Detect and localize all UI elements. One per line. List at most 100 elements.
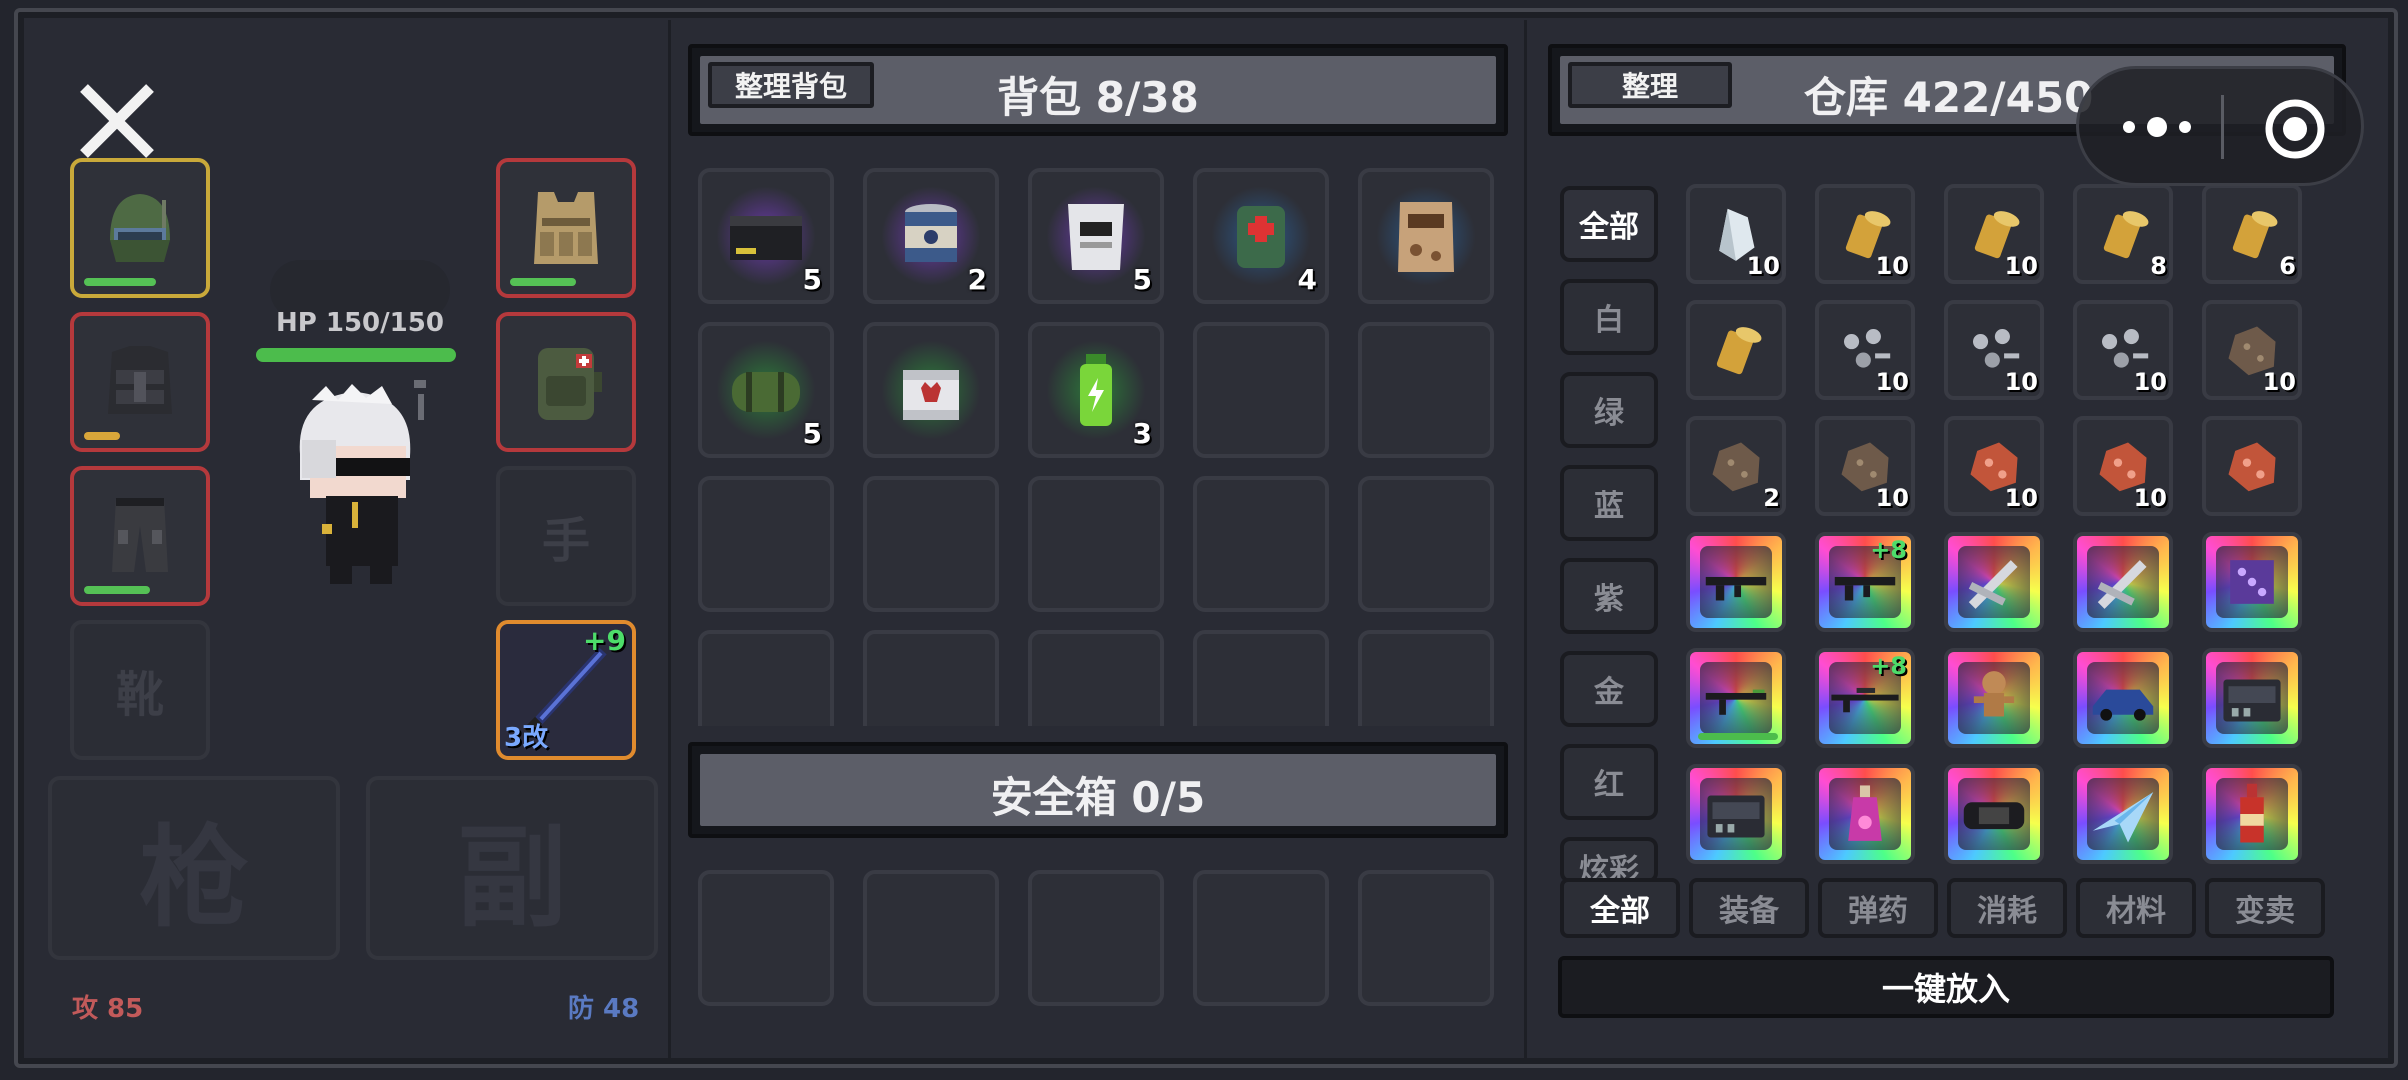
vest-slot[interactable]	[70, 312, 210, 452]
gun-slot[interactable]: 枪	[48, 776, 340, 960]
backpack-slot[interactable]: 2	[863, 168, 999, 304]
helmet-slot[interactable]	[70, 158, 210, 298]
warehouse-item[interactable]: 8	[2073, 184, 2173, 284]
safebox-slot[interactable]	[1358, 870, 1494, 1006]
item-quantity: 10	[2133, 484, 2167, 512]
more-button[interactable]	[2115, 97, 2205, 157]
backpack-slot[interactable]	[863, 630, 999, 726]
warehouse-item[interactable]: 10	[2202, 300, 2302, 400]
backpack-slot[interactable]	[1028, 476, 1164, 612]
assault-rifle-icon	[1705, 576, 1767, 601]
warehouse-item[interactable]	[1686, 300, 1786, 400]
warehouse-item[interactable]	[2202, 764, 2302, 864]
paper-plane-icon	[2092, 792, 2154, 843]
backpack-slot[interactable]	[698, 630, 834, 726]
warehouse-item[interactable]	[2202, 648, 2302, 748]
warehouse-item[interactable]: 10	[1815, 300, 1915, 400]
backpack-slot[interactable]: 4	[1193, 168, 1329, 304]
backpack-slot[interactable]	[1358, 168, 1494, 304]
warehouse-item[interactable]	[1686, 532, 1786, 632]
backpack-slot[interactable]	[1358, 476, 1494, 612]
boots-slot-label: 靴	[115, 667, 164, 723]
close-icon	[80, 84, 154, 158]
rarity-filter-1[interactable]: 白	[1560, 279, 1658, 355]
warehouse-item[interactable]	[2073, 764, 2173, 864]
sleeping-roll-icon	[732, 372, 800, 412]
pants-slot[interactable]	[70, 466, 210, 606]
tab-0[interactable]: 全部	[1560, 878, 1680, 938]
warehouse-item[interactable]: 2	[1686, 416, 1786, 516]
backpack-slot[interactable]	[863, 322, 999, 458]
tab-1[interactable]: 装备	[1689, 878, 1809, 938]
backpack-slot[interactable]	[1028, 630, 1164, 726]
warehouse-item[interactable]: 6	[2202, 184, 2302, 284]
backpack-slot[interactable]	[1193, 630, 1329, 726]
safebox-slot[interactable]	[698, 870, 834, 1006]
rarity-filter-6[interactable]: 红	[1560, 744, 1658, 820]
warehouse-item[interactable]: 10	[1944, 416, 2044, 516]
item-quantity: 5	[802, 417, 822, 450]
rarity-filter-4[interactable]: 紫	[1560, 558, 1658, 634]
warehouse-item[interactable]	[2202, 416, 2302, 516]
warehouse-item[interactable]: 10	[2073, 416, 2173, 516]
warehouse-item[interactable]: +8	[1815, 648, 1915, 748]
item-icon-wrap	[2210, 772, 2294, 856]
item-icon-wrap	[1376, 186, 1476, 286]
rarity-filter-5[interactable]: 金	[1560, 651, 1658, 727]
wolf-can-icon	[903, 370, 959, 420]
warehouse-item[interactable]	[2202, 532, 2302, 632]
rarity-filter-2[interactable]: 绿	[1560, 372, 1658, 448]
tool-case-icon	[2223, 679, 2281, 722]
rarity-filter-3[interactable]: 蓝	[1560, 465, 1658, 541]
close-button[interactable]	[74, 78, 164, 168]
backpack-slot[interactable]: 5	[698, 168, 834, 304]
voodoo-doll-icon	[1973, 671, 2015, 717]
exit-button[interactable]	[2255, 89, 2335, 169]
backpack-slot[interactable]	[863, 476, 999, 612]
armor-slot[interactable]	[496, 158, 636, 298]
rarity-filter-7[interactable]: 炫彩	[1560, 837, 1658, 883]
melee-weapon-slot[interactable]: +9 3改	[496, 620, 636, 760]
backpack-slot[interactable]: 5	[1028, 168, 1164, 304]
warehouse-item[interactable]: +8	[1815, 532, 1915, 632]
put-all-button[interactable]: 一键放入	[1558, 956, 2334, 1018]
warehouse-item[interactable]: 10	[1686, 184, 1786, 284]
safebox-slot[interactable]	[1193, 870, 1329, 1006]
warehouse-item[interactable]: 10	[1815, 184, 1915, 284]
tab-3[interactable]: 消耗	[1947, 878, 2067, 938]
warehouse-item[interactable]	[1815, 764, 1915, 864]
warehouse-item[interactable]: 10	[2073, 300, 2173, 400]
safebox-slot[interactable]	[1028, 870, 1164, 1006]
warehouse-item[interactable]	[2073, 648, 2173, 748]
backpack-slot[interactable]	[1193, 322, 1329, 458]
boots-slot[interactable]: 靴	[70, 620, 210, 760]
backpack-slot[interactable]	[1358, 322, 1494, 458]
hand-slot[interactable]: 手	[496, 466, 636, 606]
durability-bar	[84, 278, 156, 286]
safebox-slot[interactable]	[863, 870, 999, 1006]
warehouse-item[interactable]	[1944, 532, 2044, 632]
backpack-slot[interactable]	[1358, 630, 1494, 726]
backpack-slot[interactable]: 5	[698, 322, 834, 458]
warehouse-item[interactable]: 10	[1944, 300, 2044, 400]
backpack-slot[interactable]	[496, 312, 636, 452]
warehouse-item[interactable]: 10	[1944, 184, 2044, 284]
secondary-slot[interactable]: 副	[366, 776, 658, 960]
item-quantity: 2	[967, 263, 987, 296]
item-icon-wrap	[881, 186, 981, 286]
backpack-slot[interactable]	[1193, 476, 1329, 612]
rarity-filter-0[interactable]: 全部	[1560, 186, 1658, 262]
warehouse-item[interactable]	[1686, 764, 1786, 864]
sort-warehouse-button[interactable]: 整理	[1568, 62, 1732, 108]
safebox-header: 安全箱 0/5	[688, 742, 1508, 838]
warehouse-item[interactable]	[2073, 532, 2173, 632]
tab-5[interactable]: 变卖	[2205, 878, 2325, 938]
backpack-slot[interactable]: 3	[1028, 322, 1164, 458]
warehouse-item[interactable]	[1944, 648, 2044, 748]
warehouse-item[interactable]	[1944, 764, 2044, 864]
warehouse-item[interactable]	[1686, 648, 1786, 748]
tab-4[interactable]: 材料	[2076, 878, 2196, 938]
warehouse-item[interactable]: 10	[1815, 416, 1915, 516]
backpack-slot[interactable]	[698, 476, 834, 612]
tab-2[interactable]: 弹药	[1818, 878, 1938, 938]
